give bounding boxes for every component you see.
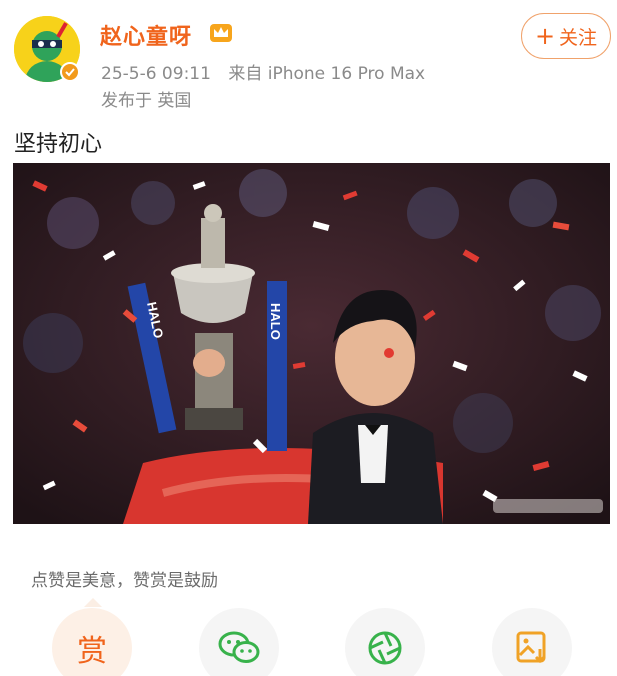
post-text: 坚持初心 xyxy=(14,132,103,157)
reward-caret xyxy=(84,598,102,607)
reward-caption: 点赞是美意，赞赏是鼓励 xyxy=(31,571,218,591)
photo-banner-right: HALO xyxy=(268,303,283,340)
post-meta: 25-5-6 09:11 来自 iPhone 16 Pro Max xyxy=(101,59,425,84)
post-page: 赵心童呀 25-5-6 09:11 来自 iPhone 16 Pro Max 发… xyxy=(0,0,617,676)
reward-label: 赏 xyxy=(77,634,107,669)
post-location: 发布于 英国 xyxy=(101,91,192,111)
plus-icon: + xyxy=(534,22,556,50)
username[interactable]: 赵心童呀 xyxy=(100,19,192,51)
post-timestamp: 25-5-6 09:11 xyxy=(101,64,211,84)
moments-icon xyxy=(368,631,402,665)
share-moments-button[interactable] xyxy=(345,608,425,676)
share-wechat-button[interactable] xyxy=(199,608,279,676)
follow-label: 关注 xyxy=(559,26,598,49)
save-image-button[interactable] xyxy=(492,608,572,676)
follow-button[interactable]: + 关注 xyxy=(521,13,611,59)
wechat-icon xyxy=(218,631,260,663)
post-photo[interactable]: HALO HALO xyxy=(13,163,610,524)
reward-button[interactable]: 赏 xyxy=(52,608,132,676)
crown-icon xyxy=(208,20,234,44)
verified-badge-icon xyxy=(60,62,80,82)
save-image-icon xyxy=(516,631,546,664)
post-source: 来自 iPhone 16 Pro Max xyxy=(228,64,426,84)
